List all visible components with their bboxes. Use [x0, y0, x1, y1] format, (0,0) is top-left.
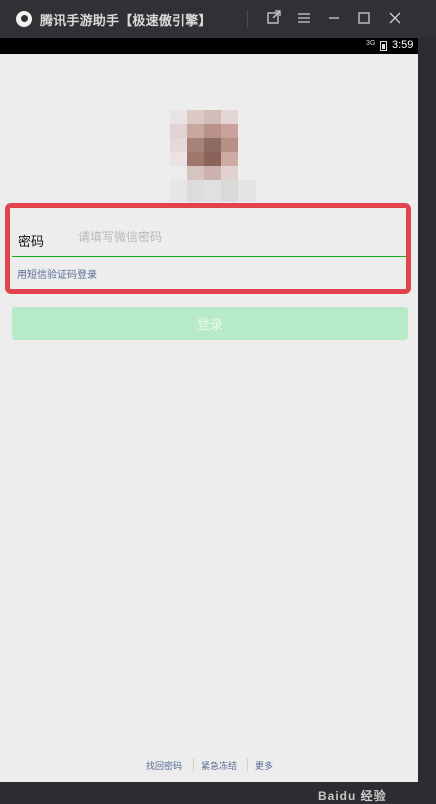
footer-separator — [193, 758, 194, 771]
minimize-icon[interactable] — [324, 9, 344, 29]
status-time: 3:59 — [392, 39, 414, 51]
baidu-watermark: Baidu 经验 — [318, 789, 387, 803]
close-icon[interactable] — [385, 9, 405, 29]
window-title: 腾讯手游助手【极速傲引擎】 — [40, 13, 212, 28]
emulator-side-rail — [418, 38, 436, 782]
sms-login-link[interactable]: 用短信验证码登录 — [17, 266, 97, 281]
password-label: 密码 — [18, 234, 45, 249]
footer-links: 找回密码 紧急冻结 更多 — [0, 756, 418, 774]
user-avatar — [170, 110, 256, 202]
android-status-bar: 3G 3:59 — [0, 38, 418, 54]
footer-separator — [247, 758, 248, 771]
wechat-login-screen: 密码 用短信验证码登录 登录 找回密码 紧急冻结 更多 Baidu 经验 — [0, 54, 418, 803]
password-underline — [12, 256, 408, 257]
emulator-title-bar: 腾讯手游助手【极速傲引擎】 — [0, 0, 436, 38]
footer-link-emergency-freeze[interactable]: 紧急冻结 — [201, 759, 237, 772]
battery-icon — [380, 41, 387, 51]
tencent-gaming-buddy-icon — [16, 11, 32, 27]
password-input[interactable] — [78, 224, 398, 250]
title-separator — [247, 10, 248, 28]
popout-icon[interactable] — [264, 9, 284, 29]
footer-link-recover-password[interactable]: 找回密码 — [146, 759, 182, 772]
login-button[interactable]: 登录 — [12, 307, 408, 340]
hamburger-menu-icon[interactable] — [294, 9, 314, 29]
footer-link-more[interactable]: 更多 — [255, 759, 273, 772]
network-indicator: 3G — [366, 40, 376, 47]
maximize-icon[interactable] — [354, 9, 374, 29]
